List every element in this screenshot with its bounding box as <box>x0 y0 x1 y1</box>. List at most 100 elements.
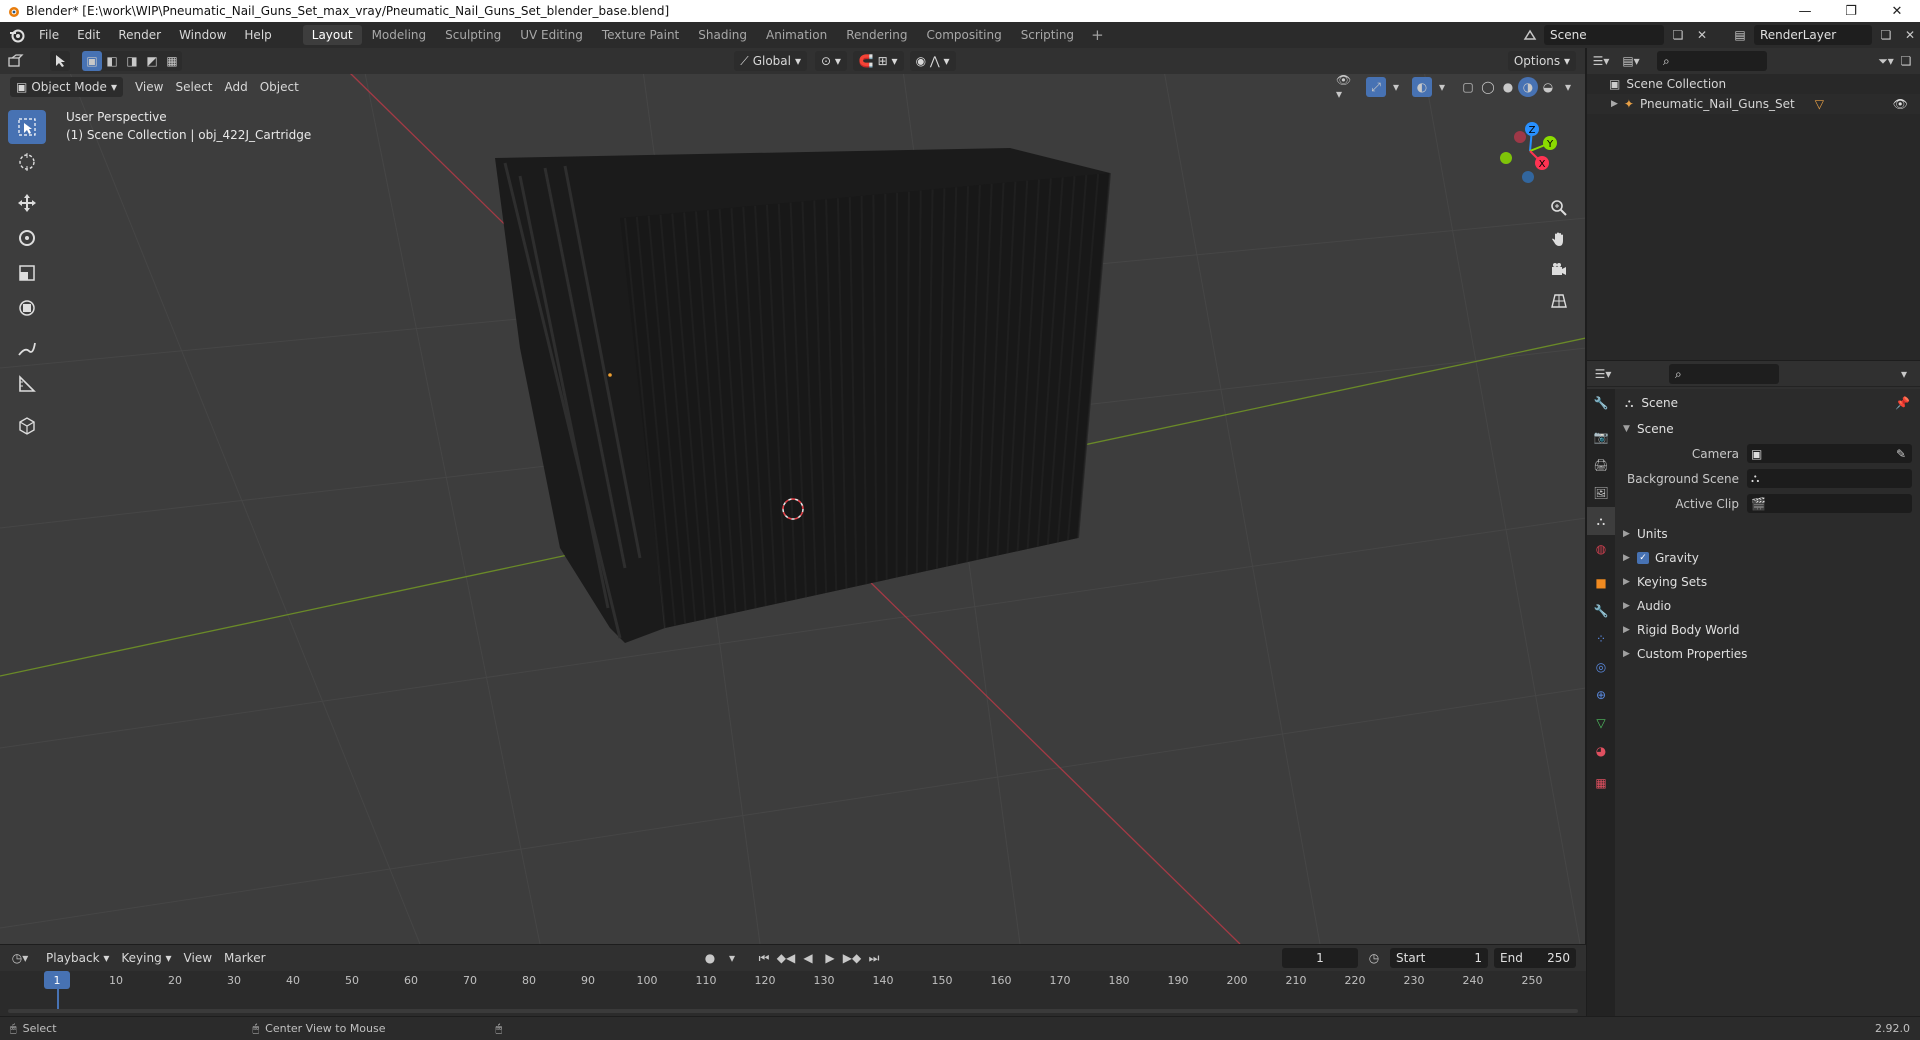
modifier-tab-icon[interactable]: 🔧 <box>1587 597 1615 625</box>
annotate-tool[interactable] <box>8 332 46 366</box>
active-clip-field[interactable]: 🎬 <box>1747 494 1912 513</box>
play-reverse-icon[interactable]: ◀ <box>798 948 818 968</box>
visibility-eye-icon[interactable]: 👁▾ <box>1336 73 1356 101</box>
transform-tool[interactable] <box>8 291 46 325</box>
outliner-row-scene-collection[interactable]: ▣ Scene Collection <box>1587 74 1920 94</box>
constraints-tab-icon[interactable]: ⊕ <box>1587 681 1615 709</box>
start-frame-field[interactable]: Start 1 <box>1390 948 1488 968</box>
visibility-eye-icon[interactable]: 👁 <box>1893 97 1908 111</box>
rendered-shading-icon[interactable]: ◒ <box>1538 77 1558 97</box>
record-dropdown-icon[interactable]: ▾ <box>722 948 742 968</box>
output-tab-icon[interactable]: 🖨 <box>1587 451 1615 479</box>
delete-scene-icon[interactable]: ✕ <box>1692 25 1712 45</box>
navigation-gizmo[interactable]: Z Y X <box>1486 113 1566 193</box>
solid-shading-icon[interactable]: ● <box>1498 77 1518 97</box>
tab-texture-paint[interactable]: Texture Paint <box>593 25 688 45</box>
mode-dropdown[interactable]: ▣ Object Mode ▾ <box>10 77 123 97</box>
scale-tool[interactable] <box>8 256 46 290</box>
add-workspace-icon[interactable]: + <box>1084 26 1111 44</box>
tab-rendering[interactable]: Rendering <box>837 25 916 45</box>
camera-view-icon[interactable] <box>1544 255 1574 285</box>
tab-sculpting[interactable]: Sculpting <box>436 25 510 45</box>
gizmo-toggle-icon[interactable]: ⤢ <box>1366 77 1386 97</box>
next-keyframe-icon[interactable]: ▶◆ <box>842 948 862 968</box>
minimize-button[interactable]: — <box>1782 0 1828 22</box>
menu-view[interactable]: View <box>129 77 169 97</box>
properties-search-input[interactable]: ⌕ <box>1669 363 1779 384</box>
perspective-toggle-icon[interactable] <box>1544 286 1574 316</box>
gravity-checkbox[interactable]: ✓ <box>1637 552 1649 564</box>
panel-units-header[interactable]: ▶ Units <box>1615 522 1920 546</box>
properties-editor-type-icon[interactable]: ☰▾ <box>1593 364 1613 384</box>
prev-keyframe-icon[interactable]: ◆◀ <box>776 948 796 968</box>
particles-tab-icon[interactable]: ⁘ <box>1587 625 1615 653</box>
menu-file[interactable]: File <box>30 22 68 48</box>
camera-field[interactable]: ▣ ✎ <box>1747 444 1912 463</box>
tab-uv-editing[interactable]: UV Editing <box>511 25 592 45</box>
tool-tab-icon[interactable]: 🔧 <box>1587 389 1615 417</box>
select-extend-icon[interactable]: ◧ <box>102 51 122 71</box>
add-cube-tool[interactable] <box>8 408 46 442</box>
panel-gravity-header[interactable]: ▶ ✓ Gravity <box>1615 546 1920 570</box>
outliner-editor-type-icon[interactable]: ☰▾ <box>1591 51 1611 71</box>
tab-modeling[interactable]: Modeling <box>363 25 436 45</box>
physics-tab-icon[interactable]: ◎ <box>1587 653 1615 681</box>
data-tab-icon[interactable]: ▽ <box>1587 709 1615 737</box>
blender-menu-icon[interactable] <box>4 22 30 48</box>
render-tab-icon[interactable]: 📷 <box>1587 423 1615 451</box>
scene-selector[interactable]: Scene <box>1544 25 1664 45</box>
3d-viewport[interactable]: ▣ ◧ ◨ ◩ ▦ ⟋ Global ▾ ⊙ ▾ 🧲 ⊞ ▾ ◉ ⋀ ▾ Opt… <box>0 48 1586 944</box>
view-layer-tab-icon[interactable]: 🖼 <box>1587 479 1615 507</box>
new-renderlayer-icon[interactable]: ❏ <box>1876 25 1896 45</box>
clock-icon[interactable]: ◷ <box>1364 948 1384 968</box>
tab-animation[interactable]: Animation <box>757 25 836 45</box>
scene-icon[interactable] <box>1520 25 1540 45</box>
record-icon[interactable]: ● <box>700 948 720 968</box>
delete-renderlayer-icon[interactable]: ✕ <box>1900 25 1920 45</box>
renderlayer-selector[interactable]: RenderLayer <box>1754 25 1872 45</box>
overlays-dropdown-icon[interactable]: ▾ <box>1432 77 1452 97</box>
select-subtract-icon[interactable]: ◨ <box>122 51 142 71</box>
filter-icon[interactable]: ⏷▾ <box>1876 51 1896 71</box>
object-tab-icon[interactable]: ■ <box>1587 569 1615 597</box>
menu-window[interactable]: Window <box>170 22 235 48</box>
options-dropdown[interactable]: Options ▾ <box>1507 51 1576 71</box>
rotate-tool[interactable] <box>8 221 46 255</box>
select-invert-icon[interactable]: ◩ <box>142 51 162 71</box>
renderlayer-icon[interactable]: ▤ <box>1730 25 1750 45</box>
chevron-down-icon[interactable]: ▾ <box>1894 364 1914 384</box>
menu-timeline-view[interactable]: View <box>178 948 218 968</box>
scene-tab-icon[interactable]: ⛬ <box>1587 507 1615 535</box>
panel-custom-properties-header[interactable]: ▶ Custom Properties <box>1615 642 1920 666</box>
menu-add[interactable]: Add <box>218 77 253 97</box>
background-scene-field[interactable]: ⛬ <box>1747 469 1912 488</box>
timeline-ruler[interactable]: 1 10 20 30 40 50 60 70 80 90 100 110 120 130 140 150 160… <box>0 971 1586 1009</box>
material-shading-icon[interactable]: ◑ <box>1518 77 1538 97</box>
eyedropper-icon[interactable]: ✎ <box>1896 447 1906 461</box>
menu-keying[interactable]: Keying ▾ <box>115 948 177 968</box>
proportional-edit-toggle[interactable]: ◉ ⋀ ▾ <box>909 51 956 71</box>
close-button[interactable]: ✕ <box>1874 0 1920 22</box>
tab-compositing[interactable]: Compositing <box>917 25 1010 45</box>
panel-keying-sets-header[interactable]: ▶ Keying Sets <box>1615 570 1920 594</box>
panel-audio-header[interactable]: ▶ Audio <box>1615 594 1920 618</box>
tab-scripting[interactable]: Scripting <box>1012 25 1083 45</box>
editor-type-icon[interactable] <box>6 51 26 71</box>
new-collection-icon[interactable]: ❏ <box>1896 51 1916 71</box>
measure-tool[interactable] <box>8 367 46 401</box>
display-mode-icon[interactable]: ▤▾ <box>1621 51 1641 71</box>
pin-icon[interactable]: 📌 <box>1895 396 1910 410</box>
select-intersect-icon[interactable]: ▦ <box>162 51 182 71</box>
pan-hand-icon[interactable] <box>1544 224 1574 254</box>
tab-shading[interactable]: Shading <box>689 25 756 45</box>
world-tab-icon[interactable]: ◍ <box>1587 535 1615 563</box>
play-icon[interactable]: ▶ <box>820 948 840 968</box>
jump-end-icon[interactable]: ⏭ <box>864 948 884 968</box>
snap-toggle[interactable]: 🧲 ⊞ ▾ <box>852 51 904 71</box>
menu-edit[interactable]: Edit <box>68 22 109 48</box>
new-scene-icon[interactable]: ❏ <box>1668 25 1688 45</box>
jump-start-icon[interactable]: ⏮ <box>754 948 774 968</box>
select-box-tool[interactable] <box>8 110 46 144</box>
menu-playback[interactable]: Playback ▾ <box>40 948 115 968</box>
wireframe-shading-icon[interactable]: ◯ <box>1478 77 1498 97</box>
